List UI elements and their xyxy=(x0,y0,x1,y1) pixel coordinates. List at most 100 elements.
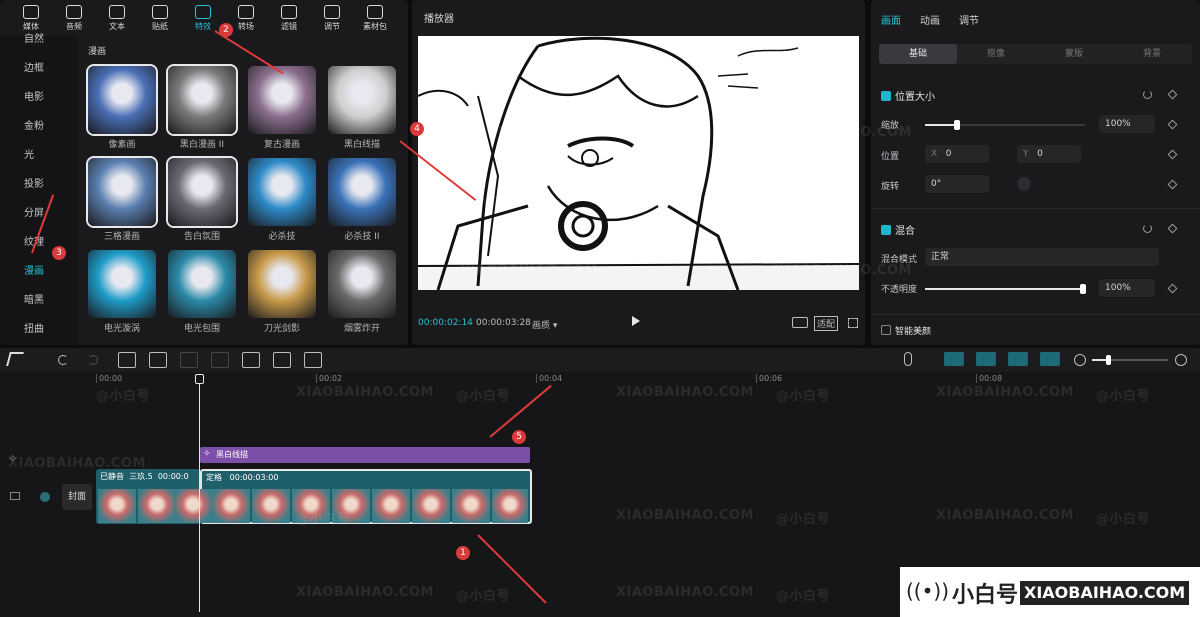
effect-thumbnail[interactable] xyxy=(248,250,316,318)
site-logo: ((•)) 小白号 XIAOBAIHAO.COM xyxy=(900,567,1200,617)
effect-thumbnail[interactable] xyxy=(328,66,396,134)
toolbar-sticker[interactable]: 贴纸 xyxy=(139,0,181,36)
undo-icon[interactable] xyxy=(58,355,68,365)
inspector-tab[interactable]: 画面 xyxy=(881,12,901,27)
slider-handle[interactable] xyxy=(1106,355,1111,365)
inspector-tab[interactable]: 动画 xyxy=(920,12,940,27)
annotation-2: 2 xyxy=(219,23,233,37)
reset-icon[interactable] xyxy=(1143,224,1152,233)
audio-icon xyxy=(66,5,82,19)
effect-thumbnail[interactable] xyxy=(168,250,236,318)
effect-thumbnail[interactable] xyxy=(88,250,156,318)
effect-thumbnail[interactable] xyxy=(328,250,396,318)
category-item[interactable]: 电影 xyxy=(0,88,78,108)
beauty-section: 智能美颜 xyxy=(881,324,931,337)
keyframe-icon[interactable] xyxy=(1167,149,1178,160)
blend-mode-select[interactable]: 正常 xyxy=(925,248,1159,266)
play-icon[interactable] xyxy=(632,316,640,326)
link-icon[interactable] xyxy=(976,352,996,366)
slider-handle[interactable] xyxy=(954,120,960,130)
annotation-4: 4 xyxy=(410,122,424,136)
playhead-handle[interactable] xyxy=(195,374,204,384)
mirror-icon[interactable] xyxy=(242,352,260,368)
effect-thumbnail[interactable] xyxy=(248,66,316,134)
preview-axis-icon[interactable] xyxy=(1008,352,1028,366)
checkbox-icon[interactable] xyxy=(881,225,891,235)
playhead[interactable] xyxy=(199,376,200,612)
keyframe-icon[interactable] xyxy=(1167,119,1178,130)
freeze-icon[interactable] xyxy=(180,352,198,368)
inspector-subtab[interactable]: 基础 xyxy=(879,44,957,64)
rotate-field[interactable]: 0° xyxy=(925,175,989,193)
reset-icon[interactable] xyxy=(1143,90,1152,99)
reverse-icon[interactable] xyxy=(211,352,229,368)
inspector-panel: 画面 动画 调节 基础 抠像 蒙版 背景 位置大小 缩放 100% 位置 X 0 Y 0 … xyxy=(871,0,1200,345)
effect-label: 必杀技 II xyxy=(344,232,380,242)
quality-dropdown[interactable]: 画质 ▾ xyxy=(532,318,557,331)
scale-label: 缩放 xyxy=(881,121,900,131)
inspector-tab[interactable]: 调节 xyxy=(959,12,979,27)
redo-icon[interactable] xyxy=(88,355,98,365)
total-time: 00:00:03:28 xyxy=(476,318,531,328)
toolbar-text[interactable]: 文本 xyxy=(96,0,138,36)
delete-icon[interactable] xyxy=(149,352,167,368)
microphone-icon[interactable] xyxy=(904,352,912,366)
effect-clip[interactable]: 黑白线描 xyxy=(200,447,530,463)
scale-slider[interactable] xyxy=(925,120,1085,130)
cover-button[interactable]: 封面 xyxy=(62,484,92,510)
slider-handle[interactable] xyxy=(1080,284,1086,294)
category-item[interactable]: 分屏 xyxy=(0,204,78,224)
fullscreen-icon[interactable] xyxy=(848,318,858,328)
inspector-subtab[interactable]: 蒙版 xyxy=(1035,44,1113,64)
fit-button[interactable]: 适配 xyxy=(814,316,839,331)
split-icon[interactable] xyxy=(118,352,136,368)
keyframe-icon[interactable] xyxy=(1167,223,1178,234)
waveform-icon[interactable] xyxy=(792,317,808,328)
position-x-field[interactable]: X 0 xyxy=(925,145,989,163)
zoom-slider[interactable] xyxy=(1092,355,1168,365)
category-item[interactable]: 漫画 xyxy=(0,262,78,282)
keyframe-icon[interactable] xyxy=(1167,89,1178,100)
category-item[interactable]: 金粉 xyxy=(0,117,78,137)
rotate-dial[interactable] xyxy=(1017,177,1031,191)
category-item[interactable]: 扭曲 xyxy=(0,320,78,340)
divider xyxy=(871,314,1200,315)
keyframe-icon[interactable] xyxy=(1167,179,1178,190)
zoom-out-icon[interactable] xyxy=(1074,354,1086,366)
inspector-subtab[interactable]: 抠像 xyxy=(957,44,1035,64)
effect-label: 烟雾炸开 xyxy=(343,324,380,334)
category-item[interactable]: 边框 xyxy=(0,59,78,79)
category-item[interactable]: 自然 xyxy=(0,30,78,50)
position-y-field[interactable]: Y 0 xyxy=(1017,145,1081,163)
category-item[interactable]: 暗黑 xyxy=(0,291,78,311)
effect-thumbnail[interactable] xyxy=(168,66,236,134)
annotation-1: 1 xyxy=(456,546,470,560)
snap-icon[interactable] xyxy=(1040,352,1060,366)
checkbox-icon[interactable] xyxy=(881,91,891,101)
checkbox-icon[interactable] xyxy=(881,325,891,335)
mute-icon[interactable] xyxy=(40,492,50,502)
toolbar-filter[interactable]: 滤镜 xyxy=(268,0,310,36)
toolbar-adjust[interactable]: 调节 xyxy=(311,0,353,36)
opacity-field[interactable]: 100% xyxy=(1099,279,1155,297)
inspector-subtab[interactable]: 背景 xyxy=(1113,44,1191,64)
ruler-tick: 00:00 xyxy=(96,374,122,383)
category-item[interactable]: 投影 xyxy=(0,175,78,195)
effect-thumbnail[interactable] xyxy=(328,158,396,226)
toolbar-label: 文本 xyxy=(109,22,125,31)
effect-thumbnail[interactable] xyxy=(88,66,156,134)
clip-frame-thumbnail xyxy=(174,489,212,523)
category-item[interactable]: 光 xyxy=(0,146,78,166)
zoom-in-icon[interactable] xyxy=(1175,354,1187,366)
effect-thumbnail[interactable] xyxy=(248,158,316,226)
rotate-icon[interactable] xyxy=(273,352,291,368)
effect-thumbnail[interactable] xyxy=(168,158,236,226)
line-art-image xyxy=(418,36,859,290)
scale-field[interactable]: 100% xyxy=(1099,115,1155,133)
keyframe-icon[interactable] xyxy=(1167,283,1178,294)
effect-thumbnail[interactable] xyxy=(88,158,156,226)
magnet-icon[interactable] xyxy=(944,352,964,366)
opacity-slider[interactable] xyxy=(925,284,1086,294)
toolbar-material-pack[interactable]: 素材包 xyxy=(354,0,396,36)
crop-icon[interactable] xyxy=(304,352,322,368)
